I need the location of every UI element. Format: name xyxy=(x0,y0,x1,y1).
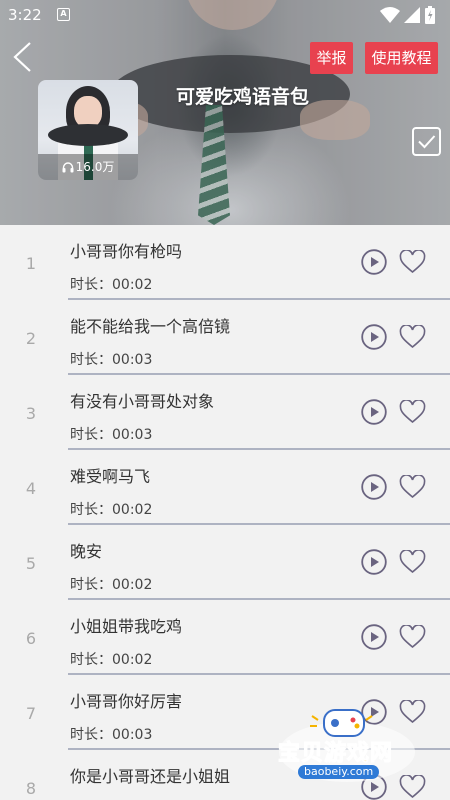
heart-icon[interactable] xyxy=(399,400,426,424)
list-item[interactable]: 5 晚安 时长：00:02 xyxy=(0,525,450,600)
pack-cover-image: 16.0万 xyxy=(38,80,138,180)
back-arrow-icon[interactable] xyxy=(10,40,36,74)
play-count-text: 16.0万 xyxy=(75,160,115,174)
list-item[interactable]: 1 小哥哥你有枪吗 时长：00:02 xyxy=(0,225,450,300)
heart-icon[interactable] xyxy=(399,475,426,499)
play-icon[interactable] xyxy=(361,624,387,650)
item-duration: 时长：00:02 xyxy=(70,502,153,518)
list-item[interactable]: 2 能不能给我一个高倍镜 时长：00:03 xyxy=(0,300,450,375)
item-duration: 时长：00:02 xyxy=(70,577,153,593)
play-icon[interactable] xyxy=(361,549,387,575)
item-number: 2 xyxy=(25,329,37,348)
wifi-icon xyxy=(380,7,400,23)
select-all-checkbox[interactable] xyxy=(412,127,441,156)
item-number: 3 xyxy=(25,404,37,423)
watermark-text: 宝贝游戏网 xyxy=(277,741,394,767)
heart-icon[interactable] xyxy=(399,325,426,349)
item-title: 有没有小哥哥处对象 xyxy=(70,392,215,411)
item-title: 小哥哥你好厉害 xyxy=(70,692,183,711)
checkmark-icon xyxy=(418,135,436,149)
watermark-url: baobeiy.com xyxy=(298,765,380,779)
item-number: 1 xyxy=(25,254,37,273)
item-title: 你是小哥哥还是小姐姐 xyxy=(70,767,231,786)
item-number: 8 xyxy=(25,779,37,798)
list-item[interactable]: 6 小姐姐带我吃鸡 时长：00:02 xyxy=(0,600,450,675)
tutorial-button[interactable]: 使用教程 xyxy=(365,42,438,74)
list-item[interactable]: 4 难受啊马飞 时长：00:02 xyxy=(0,450,450,525)
item-number: 7 xyxy=(25,704,37,723)
heart-icon[interactable] xyxy=(399,250,426,274)
heart-icon[interactable] xyxy=(399,550,426,574)
item-duration: 时长：00:03 xyxy=(70,352,153,368)
notification-icon: A xyxy=(57,8,70,21)
status-bar: 3:22 A xyxy=(0,0,450,30)
list-item[interactable]: 3 有没有小哥哥处对象 时长：00:03 xyxy=(0,375,450,450)
item-number: 5 xyxy=(25,554,37,573)
cover-pan xyxy=(48,124,128,146)
item-title: 难受啊马飞 xyxy=(70,467,151,486)
header-banner: 3:22 A 举报 使用教程 可爱吃鸡语音包 16.0万 xyxy=(0,0,450,225)
play-count: 16.0万 xyxy=(38,154,138,180)
page-title: 可爱吃鸡语音包 xyxy=(176,86,310,108)
item-duration: 时长：00:03 xyxy=(70,727,153,743)
item-duration: 时长：00:02 xyxy=(70,277,153,293)
item-duration: 时长：00:03 xyxy=(70,427,153,443)
item-number: 6 xyxy=(25,629,37,648)
item-title: 小姐姐带我吃鸡 xyxy=(70,617,183,636)
play-icon[interactable] xyxy=(361,399,387,425)
item-title: 晚安 xyxy=(70,542,103,561)
battery-icon xyxy=(425,6,435,24)
status-time: 3:22 xyxy=(8,6,42,24)
status-icons xyxy=(380,6,442,24)
item-number: 4 xyxy=(25,479,37,498)
play-icon[interactable] xyxy=(361,249,387,275)
item-title: 小哥哥你有枪吗 xyxy=(70,242,183,261)
report-button[interactable]: 举报 xyxy=(310,42,353,74)
play-icon[interactable] xyxy=(361,324,387,350)
signal-icon xyxy=(404,7,420,23)
item-duration: 时长：00:02 xyxy=(70,652,153,668)
item-title: 能不能给我一个高倍镜 xyxy=(70,317,231,336)
play-icon[interactable] xyxy=(361,474,387,500)
heart-icon[interactable] xyxy=(399,625,426,649)
headphones-icon xyxy=(62,162,74,173)
